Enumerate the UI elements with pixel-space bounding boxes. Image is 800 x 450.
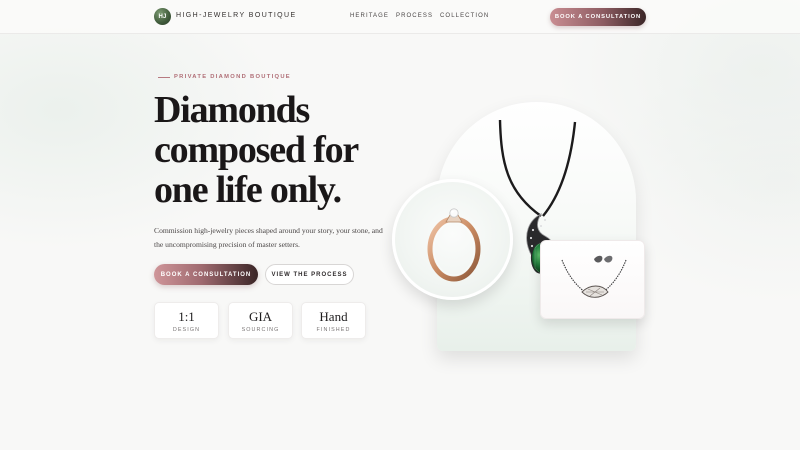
necklace-earring-set-image [561,255,627,298]
headline-line-3: one life only. [154,169,342,211]
solitaire-ring-image [427,208,481,282]
view-process-button[interactable]: VIEW THE PROCESS [265,264,354,285]
stat-label: SOURCING [241,327,280,333]
stat-card-finished: Hand FINISHED [301,302,366,339]
eyebrow-rule [158,77,170,78]
nav-book-consultation-button[interactable]: BOOK A CONSULTATION [550,8,646,26]
book-consultation-button[interactable]: BOOK A CONSULTATION [154,264,258,285]
eyebrow-label: PRIVATE DIAMOND BOUTIQUE [174,74,291,80]
nav-link-collection[interactable]: COLLECTION [440,13,489,19]
hero-headline: Diamonds composed for one life only. [154,90,414,210]
hero-description: Commission high-jewelry pieces shaped ar… [154,226,383,249]
stat-value: Hand [319,309,348,324]
nav-link-heritage[interactable]: HERITAGE [350,13,389,19]
stat-label: DESIGN [172,327,201,333]
headline-line-1: Diamonds [154,89,310,131]
stat-label: FINISHED [316,327,351,333]
stat-card-design: 1:1 DESIGN [154,302,219,339]
brand-name[interactable]: HIGH-JEWELRY BOUTIQUE [176,12,297,19]
stat-value: 1:1 [178,309,195,324]
headline-line-2: composed for [154,129,359,171]
stat-value: GIA [248,309,273,324]
stat-card-sourcing: GIA SOURCING [228,302,293,339]
nav-link-process[interactable]: PROCESS [396,13,433,19]
logo-badge[interactable]: HJ [154,8,171,25]
top-navigation: HJ HIGH-JEWELRY BOUTIQUE HERITAGE PROCES… [0,0,800,34]
